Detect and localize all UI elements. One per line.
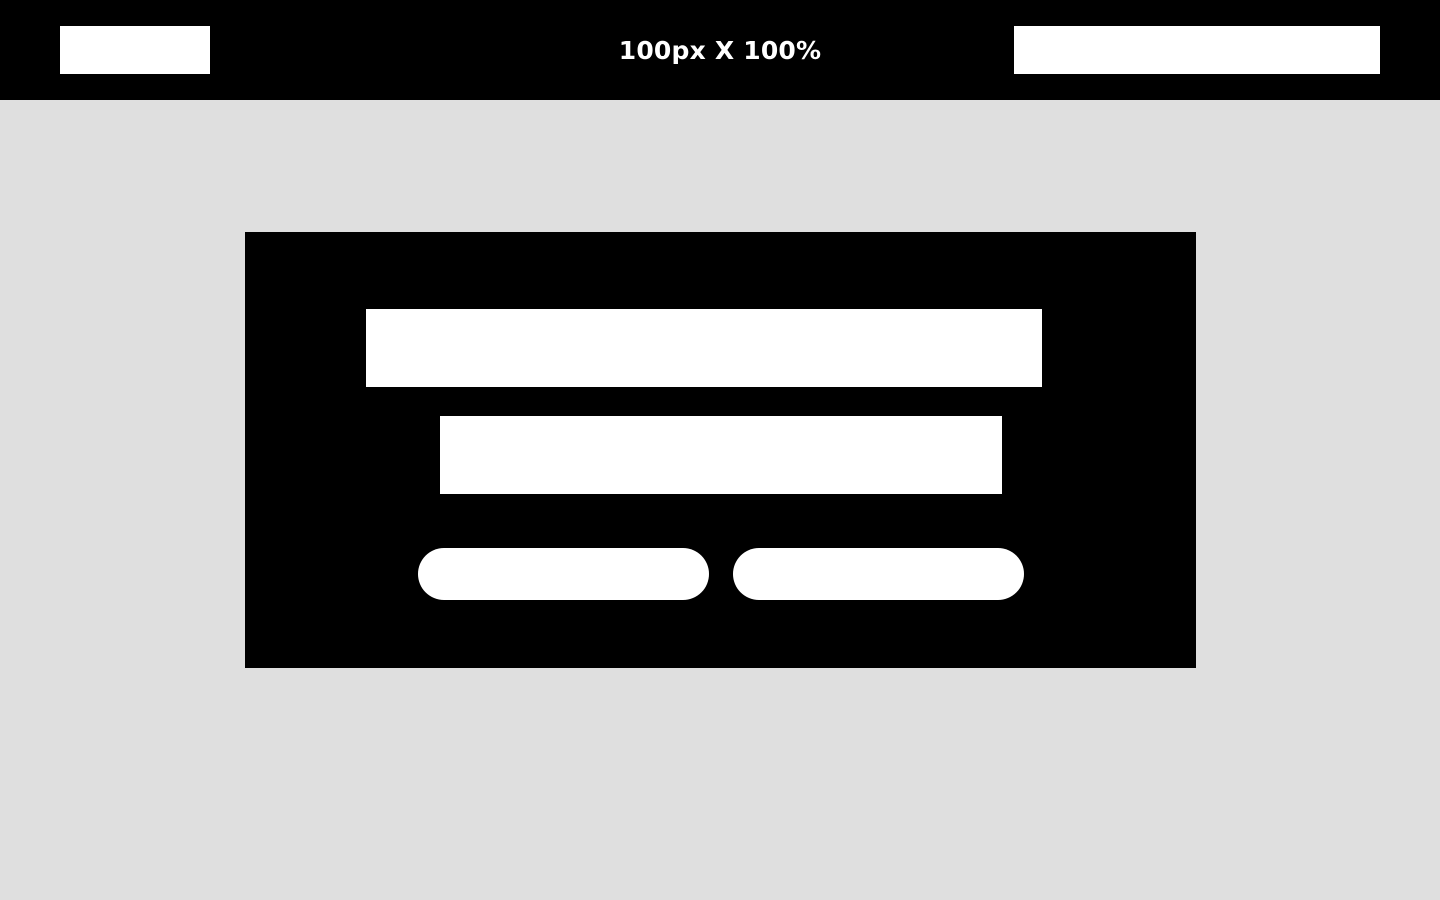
primary-cta-button[interactable] [418, 548, 709, 600]
secondary-cta-button[interactable] [733, 548, 1024, 600]
top-header-bar: 100px X 100% [0, 0, 1440, 100]
hero-headline-placeholder [366, 309, 1042, 387]
hero-subheadline-placeholder [440, 416, 1002, 494]
hero-panel [245, 232, 1196, 668]
navigation-placeholder[interactable] [1014, 26, 1380, 74]
